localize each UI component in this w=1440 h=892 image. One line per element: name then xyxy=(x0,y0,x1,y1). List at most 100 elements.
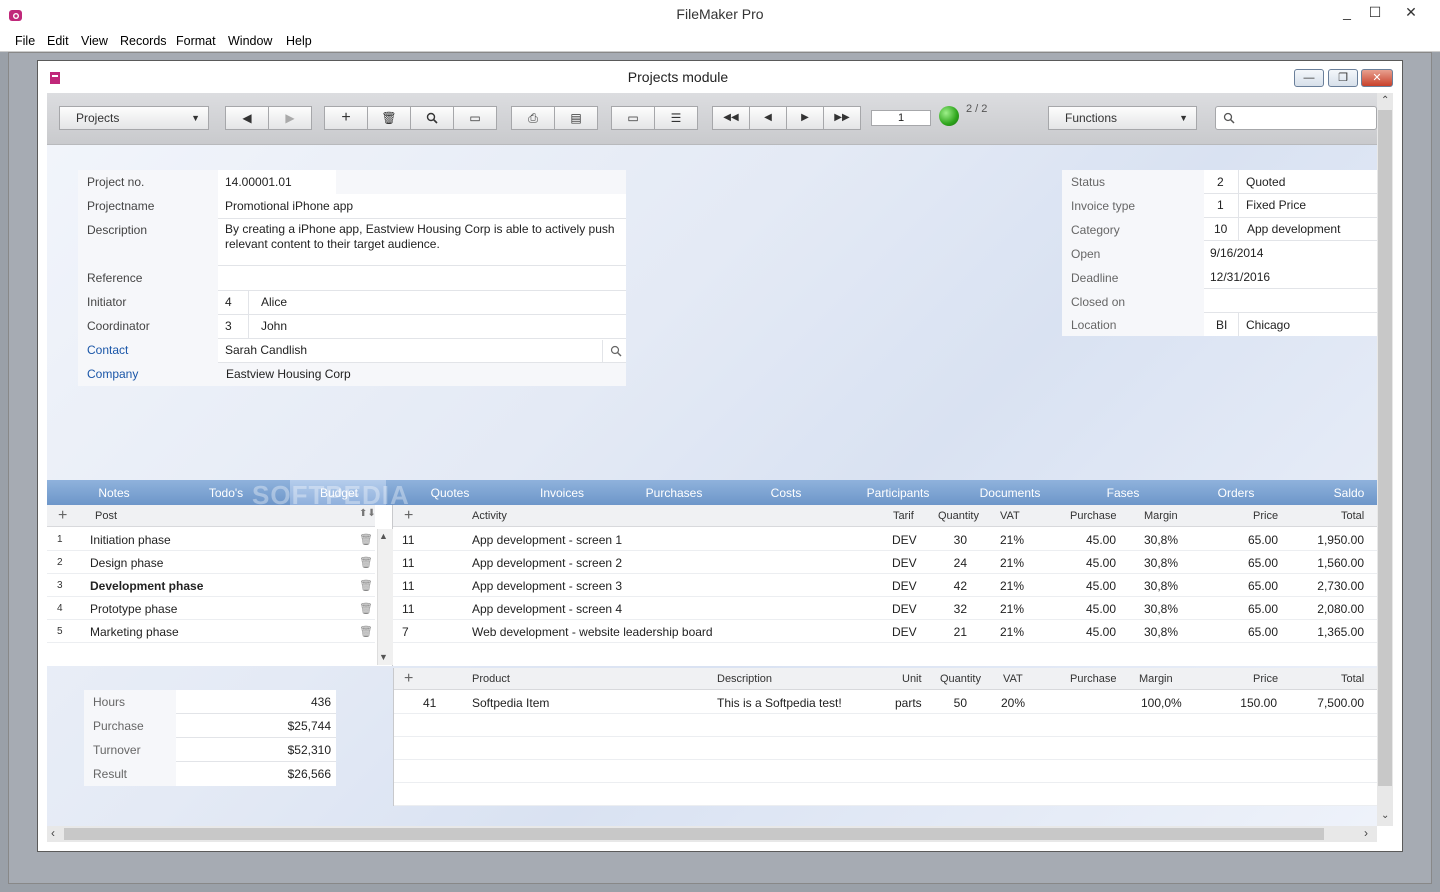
layout-select[interactable]: Projects ▼ xyxy=(59,106,209,130)
tab-orders[interactable]: Orders xyxy=(1186,486,1286,500)
activity-total[interactable]: 1,950.00 xyxy=(1300,533,1364,547)
projectname-field[interactable]: Promotional iPhone app xyxy=(225,199,353,213)
contact-link[interactable]: Contact xyxy=(87,343,128,357)
product-description[interactable]: This is a Softpedia test! xyxy=(717,696,842,710)
post-row-label[interactable]: Prototype phase xyxy=(90,602,177,616)
activity-name[interactable]: App development - screen 1 xyxy=(472,533,622,547)
activity-tarif[interactable]: DEV xyxy=(892,556,917,570)
activity-vat[interactable]: 21% xyxy=(1000,556,1024,570)
menu-file[interactable]: File xyxy=(15,34,35,48)
activity-margin[interactable]: 30,8% xyxy=(1144,579,1178,593)
back-button[interactable]: ◀ xyxy=(225,106,269,130)
document-close-button[interactable]: ✕ xyxy=(1361,69,1393,87)
tab-quotes[interactable]: Quotes xyxy=(400,486,500,500)
activity-purchase[interactable]: 45.00 xyxy=(1080,579,1116,593)
app-minimize-button[interactable]: _ xyxy=(1330,0,1364,28)
form-view-button[interactable]: ▭ xyxy=(611,106,655,130)
activity-purchase[interactable]: 45.00 xyxy=(1080,602,1116,616)
product-total[interactable]: 7,500.00 xyxy=(1300,696,1364,710)
activity-tarif[interactable]: DEV xyxy=(892,602,917,616)
record-number-input[interactable]: 1 xyxy=(871,110,931,126)
cards-button[interactable]: ▭ xyxy=(453,106,497,130)
menu-format[interactable]: Format xyxy=(176,34,216,48)
activity-margin[interactable]: 30,8% xyxy=(1144,556,1178,570)
activity-price[interactable]: 65.00 xyxy=(1240,579,1278,593)
trash-icon[interactable]: 🗑 xyxy=(359,533,373,546)
search-input[interactable] xyxy=(1215,106,1377,130)
scroll-up-icon[interactable]: ⌃ xyxy=(1381,95,1389,106)
initiator-id-field[interactable]: 4 xyxy=(225,295,232,309)
scroll-up-icon[interactable]: ▲ xyxy=(379,531,388,541)
post-row-label[interactable]: Development phase xyxy=(90,579,203,593)
initiator-name-field[interactable]: Alice xyxy=(261,295,287,309)
coordinator-id-field[interactable]: 3 xyxy=(225,319,232,333)
post-row-label[interactable]: Marketing phase xyxy=(90,625,179,639)
activity-id[interactable]: 11 xyxy=(402,579,414,593)
product-unit[interactable]: parts xyxy=(895,696,922,710)
location-code-field[interactable]: BI xyxy=(1216,318,1227,332)
activity-tarif[interactable]: DEV xyxy=(892,533,917,547)
table-row[interactable] xyxy=(394,737,1377,760)
app-maximize-button[interactable]: ☐ xyxy=(1360,0,1390,28)
horizontal-scroll-thumb[interactable] xyxy=(64,828,1324,840)
activity-id[interactable]: 11 xyxy=(402,556,414,570)
activity-qty[interactable]: 24 xyxy=(940,556,967,570)
app-close-button[interactable]: ✕ xyxy=(1394,0,1428,28)
activity-margin[interactable]: 30,8% xyxy=(1144,602,1178,616)
product-price[interactable]: 150.00 xyxy=(1230,696,1277,710)
product-id[interactable]: 41 xyxy=(423,696,436,710)
scroll-down-icon[interactable]: ▼ xyxy=(379,652,388,662)
contact-lookup-button[interactable] xyxy=(602,340,626,362)
activity-vat[interactable]: 21% xyxy=(1000,625,1024,639)
deadline-date-field[interactable]: 12/31/2016 xyxy=(1210,270,1270,284)
activity-price[interactable]: 65.00 xyxy=(1240,556,1278,570)
menu-window[interactable]: Window xyxy=(228,34,272,48)
company-link[interactable]: Company xyxy=(87,367,138,381)
category-field[interactable]: App development xyxy=(1247,222,1340,236)
project-no-value[interactable]: 14.00001.01 xyxy=(225,175,292,189)
scroll-right-icon[interactable]: › xyxy=(1364,826,1368,840)
activity-purchase[interactable]: 45.00 xyxy=(1080,625,1116,639)
activity-purchase[interactable]: 45.00 xyxy=(1080,533,1116,547)
invoice-code-field[interactable]: 1 xyxy=(1217,198,1224,212)
vertical-scroll-thumb[interactable] xyxy=(1378,110,1392,786)
activity-price[interactable]: 65.00 xyxy=(1240,533,1278,547)
description-field[interactable]: By creating a iPhone app, Eastview Housi… xyxy=(225,222,615,252)
tab-documents[interactable]: Documents xyxy=(960,486,1060,500)
scroll-down-icon[interactable]: ⌄ xyxy=(1381,810,1389,821)
menu-edit[interactable]: Edit xyxy=(47,34,69,48)
product-margin[interactable]: 100,0% xyxy=(1141,696,1182,710)
activity-total[interactable]: 2,080.00 xyxy=(1300,602,1364,616)
coordinator-name-field[interactable]: John xyxy=(261,319,287,333)
first-record-button[interactable]: ◀◀ xyxy=(712,106,750,130)
add-activity-button[interactable]: + xyxy=(404,507,413,525)
tab-invoices[interactable]: Invoices xyxy=(512,486,612,500)
document-restore-button[interactable]: ❐ xyxy=(1328,69,1358,87)
delete-record-button[interactable]: 🗑 xyxy=(367,106,411,130)
tab-purchases[interactable]: Purchases xyxy=(624,486,724,500)
activity-qty[interactable]: 30 xyxy=(940,533,967,547)
invoice-type-field[interactable]: Fixed Price xyxy=(1246,198,1306,212)
category-code-field[interactable]: 10 xyxy=(1214,222,1227,236)
prev-record-button[interactable]: ◀ xyxy=(749,106,787,130)
activity-vat[interactable]: 21% xyxy=(1000,602,1024,616)
activity-tarif[interactable]: DEV xyxy=(892,579,917,593)
activity-qty[interactable]: 21 xyxy=(940,625,967,639)
activity-name[interactable]: App development - screen 4 xyxy=(472,602,622,616)
activity-vat[interactable]: 21% xyxy=(1000,533,1024,547)
table-row[interactable] xyxy=(394,714,1377,737)
activity-name[interactable]: Web development - website leadership boa… xyxy=(472,625,713,639)
tab-fases[interactable]: Fases xyxy=(1073,486,1173,500)
activity-margin[interactable]: 30,8% xyxy=(1144,625,1178,639)
scroll-left-icon[interactable]: ‹ xyxy=(51,826,55,840)
product-name[interactable]: Softpedia Item xyxy=(472,696,549,710)
menu-records[interactable]: Records xyxy=(120,34,167,48)
status-field[interactable]: Quoted xyxy=(1246,175,1285,189)
list-view-button[interactable]: ☰ xyxy=(654,106,698,130)
status-code-field[interactable]: 2 xyxy=(1217,175,1224,189)
tab-costs[interactable]: Costs xyxy=(736,486,836,500)
add-post-button[interactable]: + xyxy=(58,507,67,525)
activity-vat[interactable]: 21% xyxy=(1000,579,1024,593)
activity-price[interactable]: 65.00 xyxy=(1240,602,1278,616)
post-row-label[interactable]: Design phase xyxy=(90,556,163,570)
